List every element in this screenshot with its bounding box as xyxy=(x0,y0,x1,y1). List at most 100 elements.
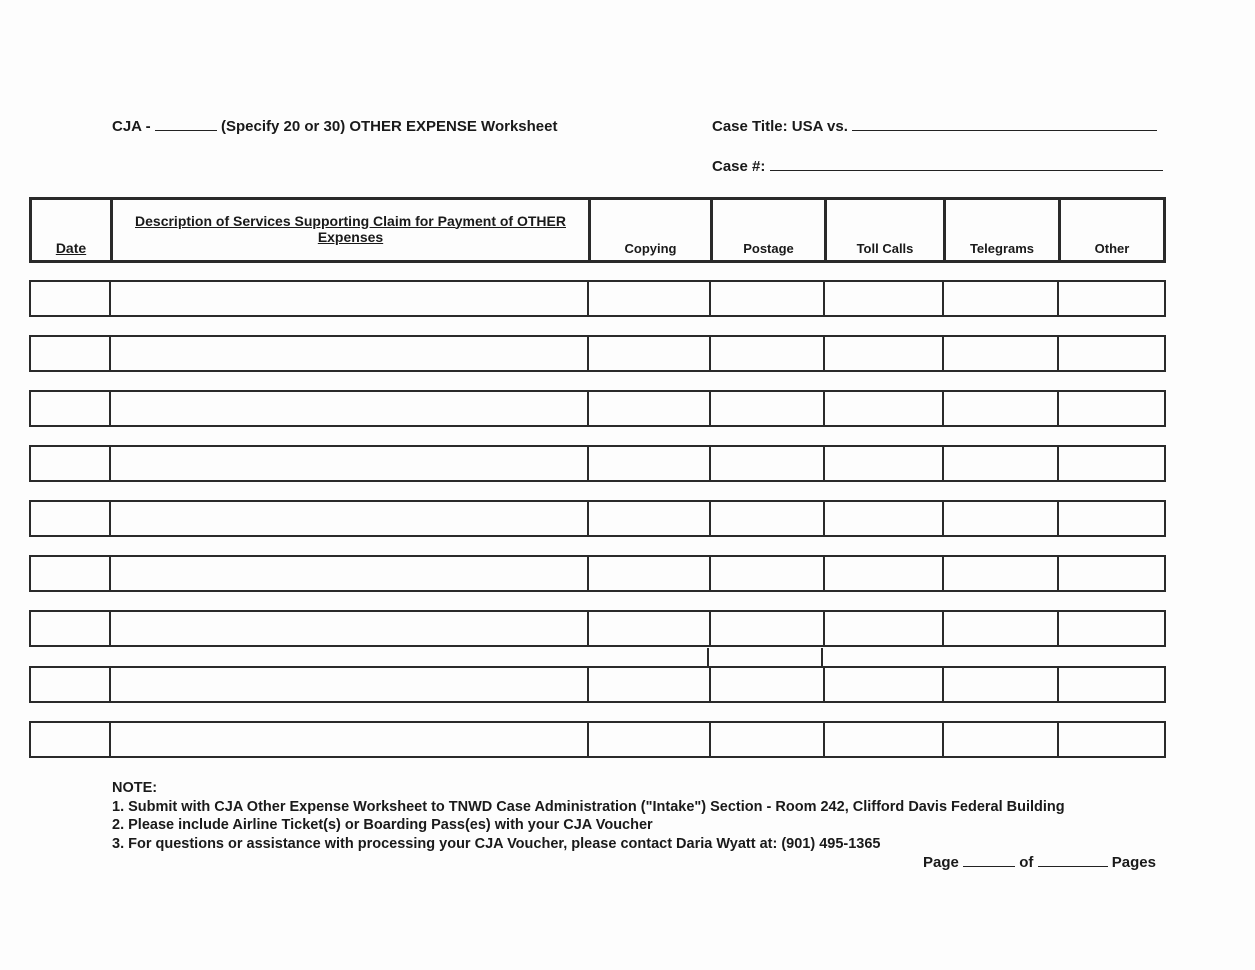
cell-postage[interactable] xyxy=(711,392,825,425)
cell-copying[interactable] xyxy=(589,337,711,370)
cell-description[interactable] xyxy=(111,557,589,590)
cell-telegrams[interactable] xyxy=(944,668,1059,701)
case-title-blank-field[interactable] xyxy=(852,117,1158,131)
cell-telegrams[interactable] xyxy=(944,447,1059,480)
case-number-blank-field[interactable] xyxy=(769,157,1163,171)
cell-postage[interactable] xyxy=(711,557,825,590)
cell-postage[interactable] xyxy=(711,447,825,480)
note-item: 3. For questions or assistance with proc… xyxy=(112,835,881,852)
case-number-label: Case #: xyxy=(712,158,766,175)
cell-copying[interactable] xyxy=(589,447,711,480)
column-header-copying: Copying xyxy=(591,200,713,260)
table-row xyxy=(29,666,1166,703)
table-header-row: Date Description of Services Supporting … xyxy=(29,197,1166,263)
cell-telegrams[interactable] xyxy=(944,723,1059,756)
cell-description[interactable] xyxy=(111,392,589,425)
cell-other[interactable] xyxy=(1059,447,1164,480)
table-row xyxy=(29,445,1166,482)
cell-other[interactable] xyxy=(1059,337,1164,370)
cell-description[interactable] xyxy=(111,612,589,645)
form-title-suffix: (Specify 20 or 30) OTHER EXPENSE Workshe… xyxy=(220,118,558,135)
note-item: 2. Please include Airline Ticket(s) or B… xyxy=(112,817,653,834)
case-title-label: Case Title: USA vs. xyxy=(712,118,848,135)
cell-date[interactable] xyxy=(31,502,111,535)
cell-postage[interactable] xyxy=(711,612,825,645)
cell-telegrams[interactable] xyxy=(944,557,1059,590)
cell-postage[interactable] xyxy=(711,282,825,315)
page-count-line: Page of Pages xyxy=(923,853,1156,871)
of-label: of xyxy=(1019,854,1034,871)
cell-copying[interactable] xyxy=(589,502,711,535)
cell-other[interactable] xyxy=(1059,612,1164,645)
cell-telegrams[interactable] xyxy=(944,337,1059,370)
cell-toll-calls[interactable] xyxy=(825,612,944,645)
row-connector xyxy=(29,648,1166,666)
column-header-description-line1: Description of Services Supporting Claim… xyxy=(135,212,566,229)
cell-other[interactable] xyxy=(1059,557,1164,590)
cell-postage[interactable] xyxy=(711,337,825,370)
cell-copying[interactable] xyxy=(589,282,711,315)
column-header-other-label: Other xyxy=(1094,241,1130,256)
cell-telegrams[interactable] xyxy=(944,392,1059,425)
cell-date[interactable] xyxy=(31,392,111,425)
cell-description[interactable] xyxy=(111,668,589,701)
cell-toll-calls[interactable] xyxy=(825,337,944,370)
table-row xyxy=(29,390,1166,427)
cell-date[interactable] xyxy=(31,337,111,370)
cell-description[interactable] xyxy=(111,337,589,370)
cell-description[interactable] xyxy=(111,282,589,315)
table-row xyxy=(29,500,1166,537)
page-label: Page xyxy=(923,854,959,871)
cell-toll-calls[interactable] xyxy=(825,282,944,315)
table-row xyxy=(29,610,1166,647)
cell-date[interactable] xyxy=(31,557,111,590)
column-header-date: Date xyxy=(32,200,113,260)
cell-postage[interactable] xyxy=(711,723,825,756)
cell-toll-calls[interactable] xyxy=(825,502,944,535)
column-header-toll-calls: Toll Calls xyxy=(827,200,946,260)
cell-toll-calls[interactable] xyxy=(825,447,944,480)
cell-toll-calls[interactable] xyxy=(825,557,944,590)
cell-postage[interactable] xyxy=(711,502,825,535)
cell-date[interactable] xyxy=(31,723,111,756)
cell-copying[interactable] xyxy=(589,723,711,756)
cell-copying[interactable] xyxy=(589,392,711,425)
cell-date[interactable] xyxy=(31,282,111,315)
cell-date[interactable] xyxy=(31,668,111,701)
cell-toll-calls[interactable] xyxy=(825,723,944,756)
cell-other[interactable] xyxy=(1059,392,1164,425)
total-pages-blank-field[interactable] xyxy=(1037,853,1108,867)
cell-telegrams[interactable] xyxy=(944,612,1059,645)
cell-description[interactable] xyxy=(111,502,589,535)
cell-toll-calls[interactable] xyxy=(825,392,944,425)
cell-telegrams[interactable] xyxy=(944,502,1059,535)
cell-date[interactable] xyxy=(31,447,111,480)
case-number-line: Case #: xyxy=(712,157,1163,175)
page-number-blank-field[interactable] xyxy=(963,853,1016,867)
cell-toll-calls[interactable] xyxy=(825,668,944,701)
cell-copying[interactable] xyxy=(589,557,711,590)
table-row xyxy=(29,280,1166,317)
table-row xyxy=(29,721,1166,758)
cell-other[interactable] xyxy=(1059,502,1164,535)
cja-type-blank-field[interactable] xyxy=(154,117,217,131)
cell-postage[interactable] xyxy=(711,668,825,701)
cell-date[interactable] xyxy=(31,612,111,645)
column-header-other: Other xyxy=(1061,200,1163,260)
cell-other[interactable] xyxy=(1059,723,1164,756)
postage-connector-cell xyxy=(707,648,823,666)
notes-heading: NOTE: xyxy=(112,780,158,796)
cell-other[interactable] xyxy=(1059,282,1164,315)
cell-copying[interactable] xyxy=(589,668,711,701)
column-header-telegrams: Telegrams xyxy=(946,200,1061,260)
column-header-postage: Postage xyxy=(713,200,827,260)
cell-other[interactable] xyxy=(1059,668,1164,701)
cell-description[interactable] xyxy=(111,723,589,756)
column-header-toll-calls-label: Toll Calls xyxy=(856,241,914,256)
table-row xyxy=(29,335,1166,372)
cell-copying[interactable] xyxy=(589,612,711,645)
cell-telegrams[interactable] xyxy=(944,282,1059,315)
cell-description[interactable] xyxy=(111,447,589,480)
column-header-postage-label: Postage xyxy=(743,241,794,256)
column-header-copying-label: Copying xyxy=(624,241,677,256)
